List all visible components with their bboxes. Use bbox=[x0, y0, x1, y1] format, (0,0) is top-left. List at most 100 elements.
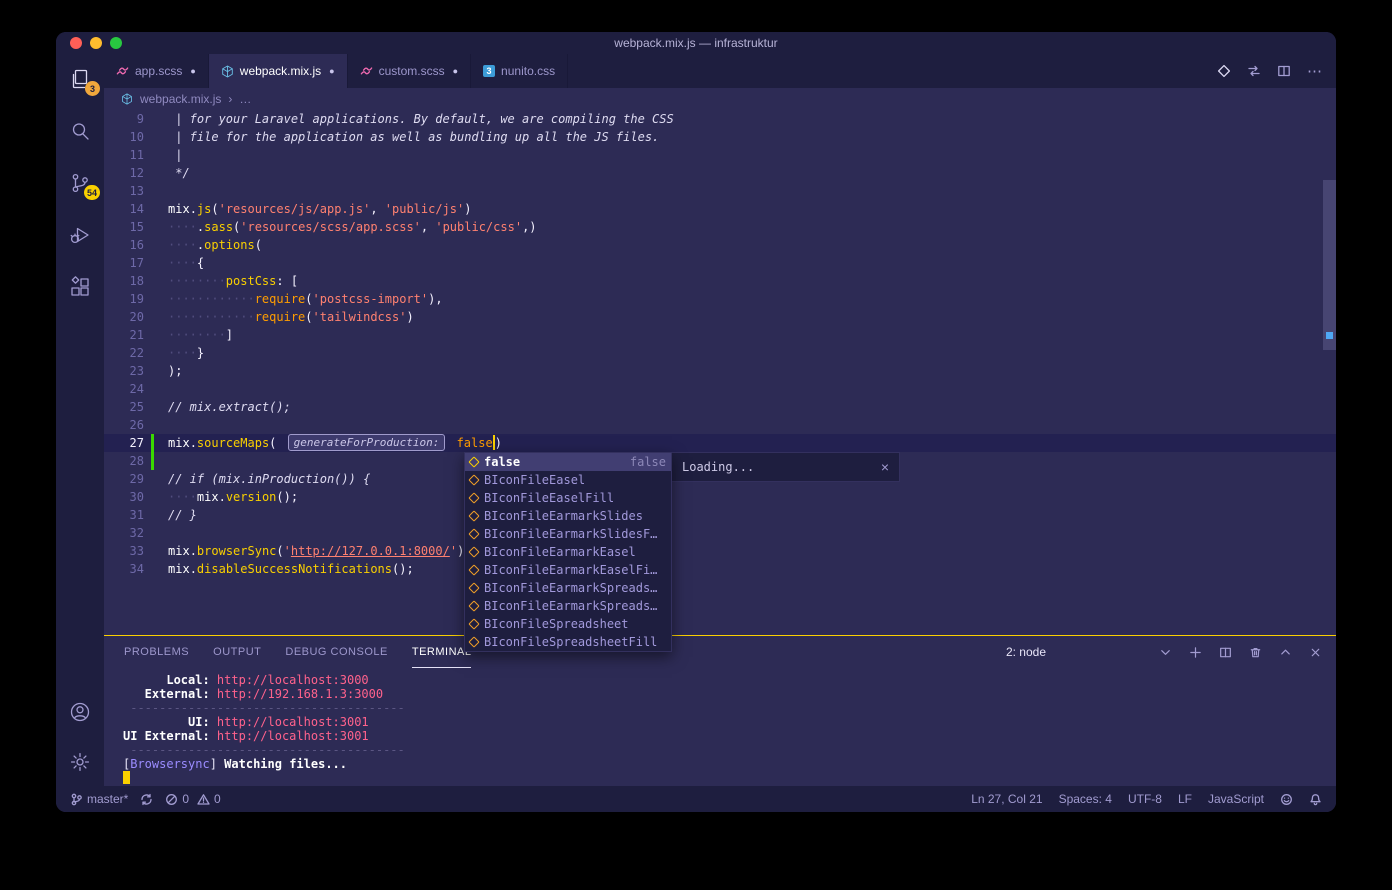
suggest-item[interactable]: BIconFileEarmarkSpreads… bbox=[465, 597, 671, 615]
close-window-button[interactable] bbox=[70, 37, 82, 49]
tab-webpack.mix.js[interactable]: webpack.mix.js ● bbox=[208, 54, 348, 88]
code-line[interactable]: 22 ····} bbox=[104, 344, 1336, 362]
activity-bar: 3 54 bbox=[56, 54, 104, 786]
tab-nunito.css[interactable]: 3 nunito.css bbox=[471, 54, 569, 88]
suggest-item[interactable]: BIconFileEarmarkSlides bbox=[465, 507, 671, 525]
code-line[interactable]: 34 mix.disableSuccessNotifications(); bbox=[104, 560, 1336, 578]
suggest-item[interactable]: BIconFileEarmarkEasel bbox=[465, 543, 671, 561]
code-line[interactable]: 31 // } bbox=[104, 506, 1336, 524]
code-line[interactable]: 17 ····{ bbox=[104, 254, 1336, 272]
code-token: 'postcss-import' bbox=[312, 292, 429, 306]
suggest-item[interactable]: BIconFileEarmarkEaselFi… bbox=[465, 561, 671, 579]
suggest-item[interactable]: false false bbox=[465, 453, 671, 471]
code-line[interactable]: 33 mix.browserSync('http://127.0.0.1:8000… bbox=[104, 542, 1336, 560]
language-mode[interactable]: JavaScript bbox=[1208, 792, 1264, 806]
account-icon[interactable] bbox=[68, 700, 92, 724]
code-token: ) bbox=[494, 436, 502, 450]
code-line[interactable]: 32 bbox=[104, 524, 1336, 542]
feedback-icon[interactable] bbox=[1280, 793, 1293, 806]
notifications-bell-icon[interactable] bbox=[1309, 793, 1322, 806]
chevron-down-icon[interactable] bbox=[1159, 646, 1172, 659]
minimize-window-button[interactable] bbox=[90, 37, 102, 49]
line-number: 15 bbox=[129, 220, 144, 234]
split-terminal-icon[interactable] bbox=[1219, 646, 1232, 659]
terminal-picker[interactable]: 2: node bbox=[1006, 645, 1046, 659]
code-line[interactable]: 25 // mix.extract(); bbox=[104, 398, 1336, 416]
run-debug-icon[interactable] bbox=[68, 223, 92, 247]
open-changes-icon[interactable] bbox=[1217, 64, 1231, 78]
panel-tab-output[interactable]: OUTPUT bbox=[213, 636, 261, 668]
code-token: . bbox=[189, 202, 197, 216]
breadcrumb-file[interactable]: webpack.mix.js bbox=[140, 92, 221, 106]
panel-tab-debug-console[interactable]: DEBUG CONSOLE bbox=[285, 636, 387, 668]
code-line[interactable]: 24 bbox=[104, 380, 1336, 398]
terminal-text: Browsersync bbox=[130, 757, 210, 771]
problems-item[interactable]: 0 0 bbox=[165, 792, 221, 806]
code-line[interactable]: 11 | bbox=[104, 146, 1336, 164]
code-line[interactable]: 15 ····.sass('resources/scss/app.scss', '… bbox=[104, 218, 1336, 236]
code-token: */ bbox=[168, 166, 190, 180]
breadcrumb-more[interactable]: … bbox=[239, 92, 251, 106]
code-line[interactable]: 9 | for your Laravel applications. By de… bbox=[104, 110, 1336, 128]
vscode-window: webpack.mix.js — infrastruktur 3 54 app.… bbox=[56, 32, 1336, 812]
eol[interactable]: LF bbox=[1178, 792, 1192, 806]
suggest-item[interactable]: BIconFileEarmarkSlidesF… bbox=[465, 525, 671, 543]
settings-gear-icon[interactable] bbox=[68, 750, 92, 774]
code-line[interactable]: 30 ····mix.version(); bbox=[104, 488, 1336, 506]
maximize-panel-icon[interactable] bbox=[1279, 646, 1292, 659]
tab-custom.scss[interactable]: custom.scss ● bbox=[347, 54, 472, 88]
code-line[interactable]: 10 | file for the application as well as… bbox=[104, 128, 1336, 146]
tab-app.scss[interactable]: app.scss ● bbox=[104, 54, 209, 88]
encoding[interactable]: UTF-8 bbox=[1128, 792, 1162, 806]
scrollbar-thumb[interactable] bbox=[1323, 180, 1336, 350]
suggestion-kind-icon bbox=[468, 546, 480, 558]
suggest-item[interactable]: BIconFileSpreadsheetFill bbox=[465, 633, 671, 651]
sync-icon[interactable] bbox=[140, 793, 153, 806]
more-actions-icon[interactable]: ⋯ bbox=[1307, 62, 1322, 80]
code-line[interactable]: 21 ········] bbox=[104, 326, 1336, 344]
code-line[interactable]: 13 bbox=[104, 182, 1336, 200]
code-line[interactable]: 19 ············require('postcss-import'), bbox=[104, 290, 1336, 308]
code-line[interactable]: 14 mix.js('resources/js/app.js', 'public/… bbox=[104, 200, 1336, 218]
line-number: 29 bbox=[129, 472, 144, 486]
git-branch-item[interactable]: master* bbox=[70, 792, 128, 806]
suggest-item[interactable]: BIconFileEarmarkSpreads… bbox=[465, 579, 671, 597]
editor-scrollbar[interactable] bbox=[1323, 110, 1336, 635]
zoom-window-button[interactable] bbox=[110, 37, 122, 49]
terminal-output[interactable]: Local: http://localhost:3000 External: h… bbox=[104, 668, 1336, 786]
source-control-icon[interactable]: 54 bbox=[68, 171, 100, 200]
tab-label: webpack.mix.js bbox=[239, 64, 322, 78]
indentation[interactable]: Spaces: 4 bbox=[1059, 792, 1112, 806]
code-token: ) bbox=[464, 202, 472, 216]
split-editor-icon[interactable] bbox=[1277, 64, 1291, 78]
cursor-position[interactable]: Ln 27, Col 21 bbox=[971, 792, 1042, 806]
suggest-item[interactable]: BIconFileEasel bbox=[465, 471, 671, 489]
code-line[interactable]: 23); bbox=[104, 362, 1336, 380]
code-token: | file for the application as well as bu… bbox=[168, 130, 660, 144]
code-token: ) bbox=[406, 310, 414, 324]
title-bar[interactable]: webpack.mix.js — infrastruktur bbox=[56, 32, 1336, 54]
code-line[interactable]: 26 bbox=[104, 416, 1336, 434]
compare-icon[interactable] bbox=[1247, 64, 1261, 78]
kill-terminal-icon[interactable] bbox=[1249, 646, 1262, 659]
extensions-icon[interactable] bbox=[68, 275, 92, 299]
search-icon[interactable] bbox=[68, 119, 92, 143]
code-line[interactable]: 12 */ bbox=[104, 164, 1336, 182]
code-line[interactable]: 20 ············require('tailwindcss') bbox=[104, 308, 1336, 326]
code-line[interactable]: 18 ········postCss: [ bbox=[104, 272, 1336, 290]
terminal-text: http://localhost:3001 bbox=[216, 729, 369, 743]
panel-tab-problems[interactable]: PROBLEMS bbox=[124, 636, 189, 668]
code-line[interactable]: 16 ····.options( bbox=[104, 236, 1336, 254]
new-terminal-icon[interactable] bbox=[1189, 646, 1202, 659]
editor[interactable]: 9 | for your Laravel applications. By de… bbox=[104, 110, 1336, 635]
terminal-text: Local: bbox=[123, 673, 217, 687]
panel-tab-terminal[interactable]: TERMINAL bbox=[411, 636, 472, 668]
suggest-item[interactable]: BIconFileEaselFill bbox=[465, 489, 671, 507]
close-icon[interactable]: × bbox=[881, 459, 889, 475]
close-panel-icon[interactable] bbox=[1309, 646, 1322, 659]
code-line[interactable]: 27 mix.sourceMaps( generateForProduction:… bbox=[104, 434, 1336, 452]
suggest-item[interactable]: BIconFileSpreadsheet bbox=[465, 615, 671, 633]
terminal-line: [Browsersync] Watching files... bbox=[123, 757, 1336, 771]
suggestion-kind-icon bbox=[468, 564, 480, 576]
explorer-icon[interactable]: 3 bbox=[68, 67, 100, 96]
